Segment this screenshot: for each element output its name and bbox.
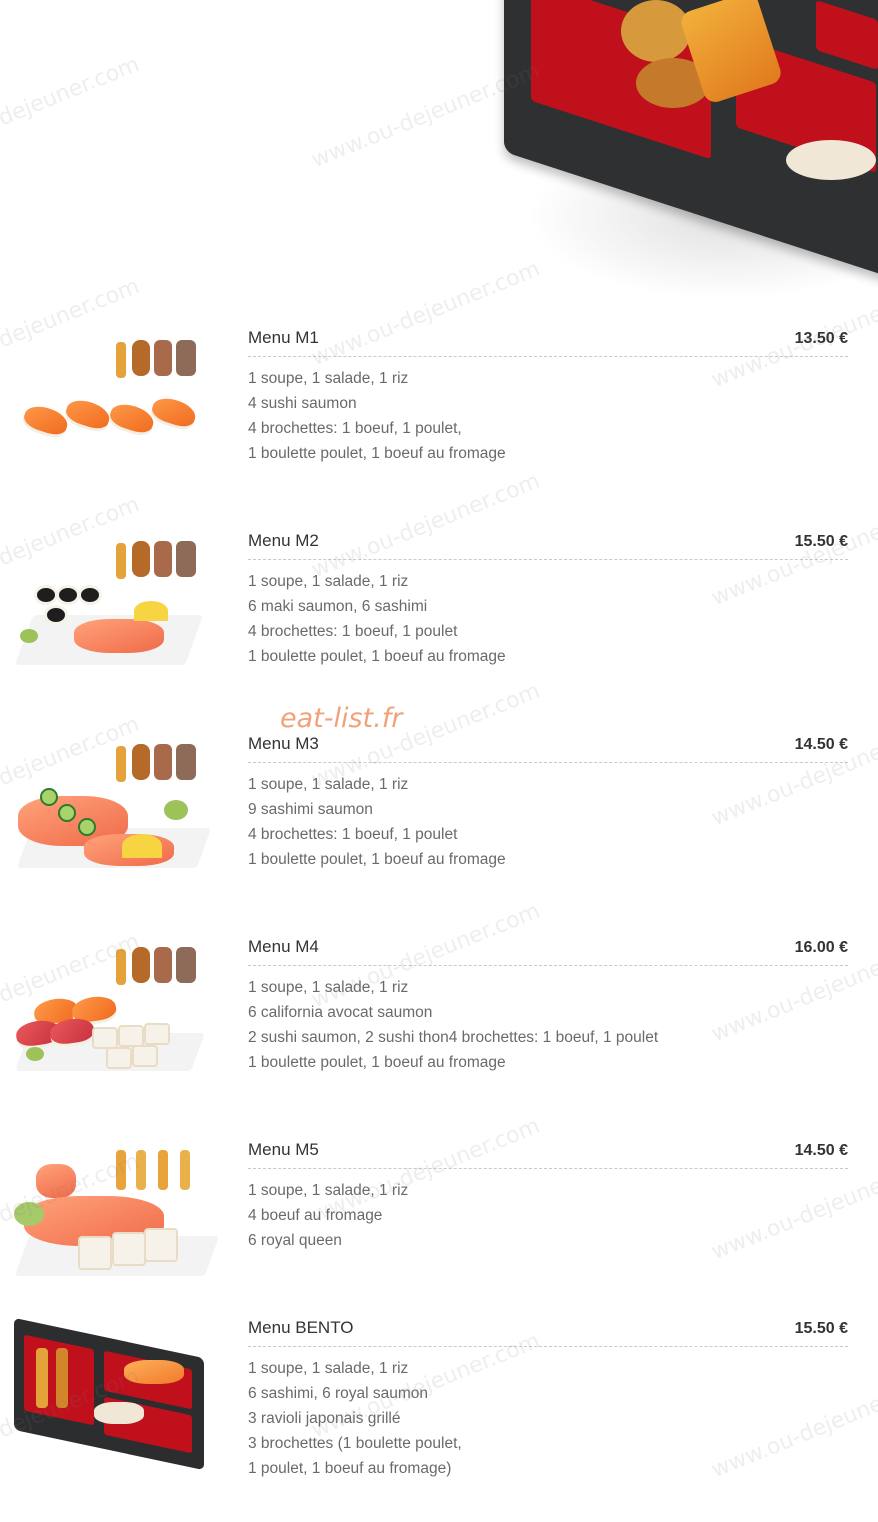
menu-description-line: 1 boulette poulet, 1 boeuf au fromage <box>248 648 506 665</box>
menu-description-line: 4 sushi saumon <box>248 395 357 412</box>
menu-description-line: 1 soupe, 1 salade, 1 riz <box>248 979 409 996</box>
menu-price: 15.50 € <box>794 533 848 550</box>
menu-title: Menu M2 <box>248 531 319 550</box>
menu-description-line: 1 boulette poulet, 1 boeuf au fromage <box>248 445 506 462</box>
menu-description-line: 1 soupe, 1 salade, 1 riz <box>248 573 409 590</box>
menu-description-line: 6 california avocat saumon <box>248 1004 433 1021</box>
menu-description-line: 1 boulette poulet, 1 boeuf au fromage <box>248 851 506 868</box>
menu-description-line: 1 poulet, 1 boeuf au fromage) <box>248 1460 452 1477</box>
menu-price: 16.00 € <box>794 939 848 956</box>
menu-description-line: 1 soupe, 1 salade, 1 riz <box>248 1182 409 1199</box>
menu-description-line: 6 sashimi, 6 royal saumon <box>248 1385 429 1402</box>
menu-m1-image <box>14 336 210 476</box>
eat-list-watermark-logo: eat-list.fr <box>280 703 403 734</box>
menu-m4-image <box>14 941 210 1081</box>
menu-m5-image <box>14 1136 220 1276</box>
menu-description-line: 1 boulette poulet, 1 boeuf au fromage <box>248 1054 506 1071</box>
menu-description-line: 6 royal queen <box>248 1232 342 1249</box>
menu-price: 13.50 € <box>794 330 848 347</box>
menu-price: 14.50 € <box>794 736 848 753</box>
menu-description-line: 2 sushi saumon, 2 sushi thon4 brochettes… <box>248 1029 659 1046</box>
menu-description-line: 4 brochettes: 1 boeuf, 1 poulet <box>248 623 458 640</box>
menu-description-line: 4 boeuf au fromage <box>248 1207 383 1224</box>
menu-description-line: 4 brochettes: 1 boeuf, 1 poulet <box>248 826 458 843</box>
hero-bento-image <box>486 0 878 300</box>
menu-title: Menu M4 <box>248 937 319 956</box>
menu-m3-image <box>14 738 212 878</box>
menu-title: Menu M5 <box>248 1140 319 1159</box>
menu-price: 14.50 € <box>794 1142 848 1159</box>
menu-bento-image <box>14 1317 210 1471</box>
menu-description-line: 6 maki saumon, 6 sashimi <box>248 598 428 615</box>
menu-title: Menu BENTO <box>248 1318 354 1337</box>
menu-price: 15.50 € <box>794 1320 848 1337</box>
menu-description-line: 3 ravioli japonais grillé <box>248 1410 401 1427</box>
menu-m2-image <box>14 535 210 675</box>
menu-description-line: 1 soupe, 1 salade, 1 riz <box>248 1360 409 1377</box>
watermark-text: dejeuner.com <box>0 51 144 132</box>
menu-title: Menu M1 <box>248 328 319 347</box>
menu-description-line: 9 sashimi saumon <box>248 801 373 818</box>
menu-description-line: 1 soupe, 1 salade, 1 riz <box>248 370 409 387</box>
menu-description-line: 3 brochettes (1 boulette poulet, <box>248 1435 462 1452</box>
menu-description-line: 4 brochettes: 1 boeuf, 1 poulet, <box>248 420 462 437</box>
menu-description-line: 1 soupe, 1 salade, 1 riz <box>248 776 409 793</box>
menu-title: Menu M3 <box>248 734 319 753</box>
